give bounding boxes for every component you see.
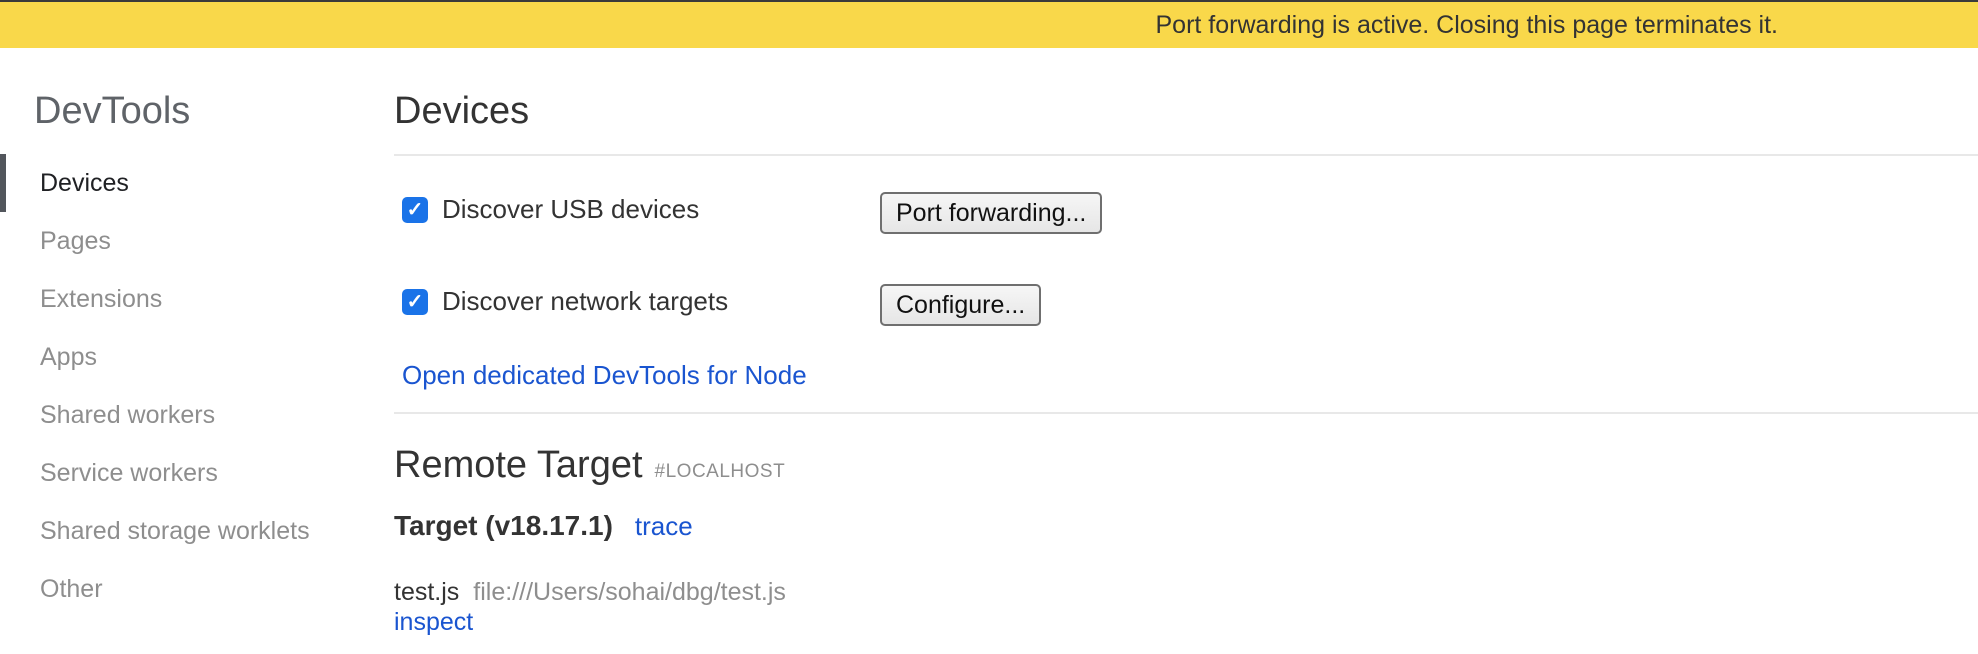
configure-button[interactable]: Configure... <box>880 284 1042 326</box>
file-name: test.js <box>394 578 460 606</box>
sidebar-item-devices[interactable]: Devices <box>0 154 360 212</box>
network-option-row: ✓ Discover network targets <box>402 286 728 317</box>
main-content: Devices ✓ Discover USB devices Port forw… <box>394 48 1978 654</box>
divider <box>394 412 1978 414</box>
sidebar-item-other[interactable]: Other <box>0 560 360 618</box>
app-title: DevTools <box>34 90 191 132</box>
sidebar-item-shared-workers[interactable]: Shared workers <box>0 386 360 444</box>
file-path: file:///Users/sohai/dbg/test.js <box>473 578 786 606</box>
sidebar-item-extensions[interactable]: Extensions <box>0 270 360 328</box>
remote-target-host: #LOCALHOST <box>654 461 786 482</box>
banner-message: Port forwarding is active. Closing this … <box>1155 11 1779 39</box>
target-row: Target (v18.17.1) trace <box>394 510 693 542</box>
sidebar-item-pages[interactable]: Pages <box>0 212 360 270</box>
page-title: Devices <box>394 90 530 132</box>
discover-usb-label: Discover USB devices <box>442 194 700 224</box>
open-node-devtools-link[interactable]: Open dedicated DevTools for Node <box>402 360 807 391</box>
trace-link[interactable]: trace <box>635 511 693 542</box>
sidebar: DevTools Devices Pages Extensions Apps S… <box>0 48 360 654</box>
inspect-link[interactable]: inspect <box>394 608 473 637</box>
discover-network-label: Discover network targets <box>442 286 729 316</box>
sidebar-item-shared-storage-worklets[interactable]: Shared storage worklets <box>0 502 360 560</box>
port-forwarding-button[interactable]: Port forwarding... <box>880 192 1103 234</box>
sidebar-nav: Devices Pages Extensions Apps Shared wor… <box>0 154 360 618</box>
sidebar-item-apps[interactable]: Apps <box>0 328 360 386</box>
port-forwarding-banner: Port forwarding is active. Closing this … <box>0 0 1978 48</box>
discover-usb-checkbox[interactable]: ✓ <box>402 196 428 223</box>
remote-target-heading: Remote Target #LOCALHOST <box>394 444 785 487</box>
target-name: Target (v18.17.1) <box>394 510 613 541</box>
discover-network-checkbox[interactable]: ✓ <box>402 288 428 315</box>
remote-target-title: Remote Target <box>394 444 643 486</box>
divider <box>394 154 1978 156</box>
usb-option-row: ✓ Discover USB devices <box>402 194 699 225</box>
sidebar-item-service-workers[interactable]: Service workers <box>0 444 360 502</box>
target-file-row: test.js file:///Users/sohai/dbg/test.js <box>394 578 786 607</box>
